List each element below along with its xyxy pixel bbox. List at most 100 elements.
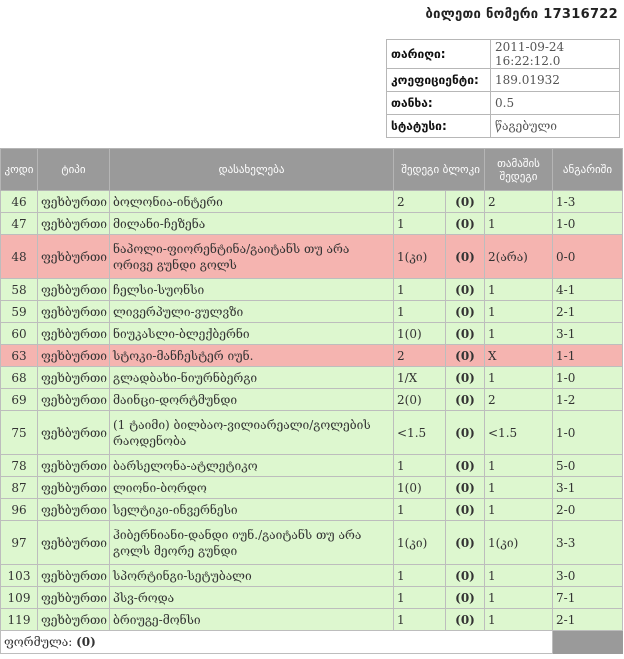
row-bet: 1 xyxy=(393,586,446,609)
info-value: 0.5 xyxy=(490,91,620,115)
formula-row: ფორმულა: (0) xyxy=(0,630,623,654)
ticket-title: ბილეთი ნომერი 17316722 xyxy=(425,7,618,22)
row-result: 1 xyxy=(484,564,553,587)
row-bet: 1 xyxy=(393,300,446,323)
row-name: ბარსელონა-ატლეტიკო xyxy=(109,454,394,477)
row-score: 1-0 xyxy=(552,366,623,389)
row-result: 1 xyxy=(484,300,553,323)
row-score: 2-1 xyxy=(552,300,623,323)
info-label: სტატუსი: xyxy=(386,114,491,138)
row-bet: 1 xyxy=(393,498,446,521)
row-name: მილანი-ჩეზენა xyxy=(109,212,394,235)
table-row: 48 ფეხბურთი ნაპოლი-ფიორენტინა/გაიტანს თუ ა… xyxy=(0,234,623,279)
row-result: 1 xyxy=(484,498,553,521)
row-block: (0) xyxy=(445,498,485,521)
row-result: <1.5 xyxy=(484,410,553,455)
row-name: ნიუკასლი-ბლექბერნი xyxy=(109,322,394,345)
row-name: ბოლონია-ინტერი xyxy=(109,190,394,213)
formula-filler xyxy=(552,630,623,654)
row-result: 1 xyxy=(484,476,553,499)
table-row: 75 ფეხბურთი (1 ტაიმი) ბილბაო-ვილიარეალი/გო… xyxy=(0,410,623,455)
row-name: ბრიუგე-მონსი xyxy=(109,608,394,631)
row-type: ფეხბურთი xyxy=(37,278,110,301)
header-code: კოდი xyxy=(0,148,38,191)
row-block: (0) xyxy=(445,322,485,345)
info-value: წაგებული xyxy=(490,114,620,138)
row-type: ფეხბურთი xyxy=(37,564,110,587)
row-name: ჩელსი-სუონსი xyxy=(109,278,394,301)
row-code: 48 xyxy=(0,234,38,279)
row-score: 1-1 xyxy=(552,344,623,367)
header-name: დასახელება xyxy=(109,148,394,191)
ticket-number: 17316722 xyxy=(543,7,618,22)
row-bet: 1/X xyxy=(393,366,446,389)
row-name: მაინცი-დორტმუნდი xyxy=(109,388,394,411)
row-type: ფეხბურთი xyxy=(37,410,110,455)
row-bet: 1 xyxy=(393,608,446,631)
row-type: ფეხბურთი xyxy=(37,388,110,411)
table-row: 68 ფეხბურთი გლადბახი-ნიურნბერგი 1/X (0) 1 1-0 xyxy=(0,366,623,389)
row-code: 96 xyxy=(0,498,38,521)
row-result: 1 xyxy=(484,454,553,477)
row-block: (0) xyxy=(445,476,485,499)
table-row: 46 ფეხბურთი ბოლონია-ინტერი 2 (0) 2 1-3 xyxy=(0,190,623,213)
row-code: 75 xyxy=(0,410,38,455)
row-bet: 1 xyxy=(393,454,446,477)
row-score: 2-0 xyxy=(552,498,623,521)
info-row: კოეფიციენტი: 189.01932 xyxy=(386,68,620,92)
row-block: (0) xyxy=(445,212,485,235)
row-result: 2 xyxy=(484,190,553,213)
row-type: ფეხბურთი xyxy=(37,498,110,521)
row-score: 2-1 xyxy=(552,608,623,631)
row-type: ფეხბურთი xyxy=(37,322,110,345)
row-block: (0) xyxy=(445,608,485,631)
row-type: ფეხბურთი xyxy=(37,520,110,565)
table-row: 119 ფეხბურთი ბრიუგე-მონსი 1 (0) 1 2-1 xyxy=(0,608,623,631)
row-result: 1 xyxy=(484,366,553,389)
row-code: 109 xyxy=(0,586,38,609)
info-label: თანხა: xyxy=(386,91,491,115)
header-type: ტიპი xyxy=(37,148,110,191)
row-code: 69 xyxy=(0,388,38,411)
row-result: 1 xyxy=(484,278,553,301)
row-bet: 1(კი) xyxy=(393,520,446,565)
row-name: სელტიკი-ინვერნესი xyxy=(109,498,394,521)
row-code: 68 xyxy=(0,366,38,389)
row-block: (0) xyxy=(445,300,485,323)
row-block: (0) xyxy=(445,564,485,587)
row-score: 1-3 xyxy=(552,190,623,213)
row-code: 58 xyxy=(0,278,38,301)
row-type: ფეხბურთი xyxy=(37,476,110,499)
row-code: 59 xyxy=(0,300,38,323)
row-name: პსვ-როდა xyxy=(109,586,394,609)
row-score: 1-0 xyxy=(552,212,623,235)
row-type: ფეხბურთი xyxy=(37,234,110,279)
header-result: თამაშის შედეგი xyxy=(484,148,553,191)
row-bet: 1(0) xyxy=(393,322,446,345)
table-header-row: კოდი ტიპი დასახელება შედეგი ბლოკი თამაში… xyxy=(0,148,623,191)
row-code: 46 xyxy=(0,190,38,213)
info-label: თარიღი: xyxy=(386,39,491,69)
table-row: 59 ფეხბურთი ლივერპული-ვულვზი 1 (0) 1 2-1 xyxy=(0,300,623,323)
row-block: (0) xyxy=(445,278,485,301)
table-row: 58 ფეხბურთი ჩელსი-სუონსი 1 (0) 1 4-1 xyxy=(0,278,623,301)
table-row: 109 ფეხბურთი პსვ-როდა 1 (0) 1 7-1 xyxy=(0,586,623,609)
row-name: ჰიბერნიანი-დანდი იუნ./გაიტანს თუ არა გოლ… xyxy=(109,520,394,565)
table-row: 47 ფეხბურთი მილანი-ჩეზენა 1 (0) 1 1-0 xyxy=(0,212,623,235)
row-type: ფეხბურთი xyxy=(37,344,110,367)
row-score: 0-0 xyxy=(552,234,623,279)
table-row: 60 ფეხბურთი ნიუკასლი-ბლექბერნი 1(0) (0) 1 3-1 xyxy=(0,322,623,345)
info-row: სტატუსი: წაგებული xyxy=(386,114,620,138)
row-result: 2 xyxy=(484,388,553,411)
row-name: გლადბახი-ნიურნბერგი xyxy=(109,366,394,389)
row-block: (0) xyxy=(445,454,485,477)
row-code: 119 xyxy=(0,608,38,631)
row-result: 1 xyxy=(484,212,553,235)
row-score: 1-0 xyxy=(552,410,623,455)
formula-label: ფორმულა: xyxy=(4,635,73,649)
table-row: 97 ფეხბურთი ჰიბერნიანი-დანდი იუნ./გაიტანს … xyxy=(0,520,623,565)
formula-value: (0) xyxy=(76,635,96,649)
row-bet: 1 xyxy=(393,212,446,235)
row-result: 2(არა) xyxy=(484,234,553,279)
row-code: 78 xyxy=(0,454,38,477)
